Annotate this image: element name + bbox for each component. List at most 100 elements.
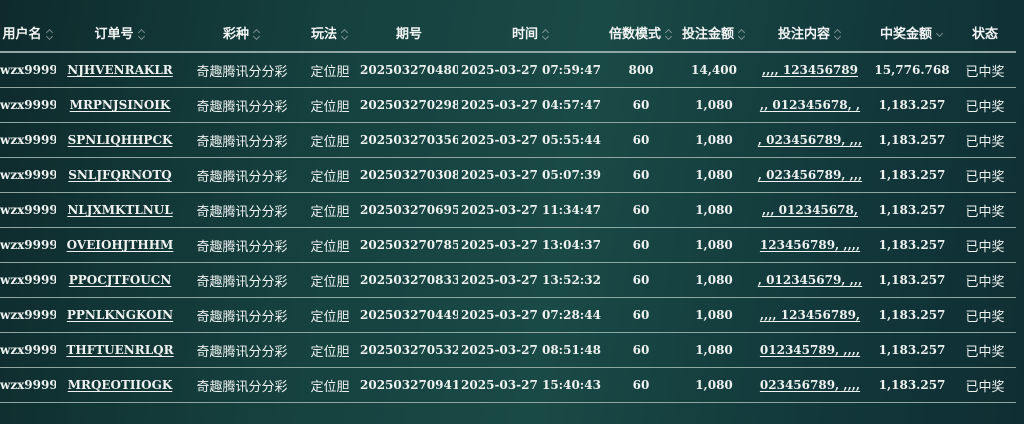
- order-number-cell[interactable]: PPNLKNGKOIN: [56, 297, 184, 333]
- column-header-order-number[interactable]: 订单号: [56, 14, 184, 53]
- bet-content-cell[interactable]: 012345789, ,,,,: [750, 332, 870, 368]
- sort-desc-icon[interactable]: [937, 29, 944, 41]
- column-header-label: 订单号: [94, 27, 134, 42]
- order-number-cell[interactable]: NJHVENRAKLR: [56, 52, 184, 88]
- play-method-cell: 定位胆: [300, 297, 360, 333]
- table-row: wzx9999 NJHVENRAKLR 奇趣腾讯分分彩 定位胆 202503270480…: [0, 52, 1016, 88]
- column-header-label: 彩种: [222, 27, 249, 42]
- column-header-bet-content[interactable]: 投注内容: [750, 14, 870, 53]
- win-amount-cell: 1,183.257: [870, 192, 954, 228]
- issue-number-cell: 202503270356: [360, 122, 458, 158]
- bet-content-cell[interactable]: ,,,, 123456789: [750, 52, 870, 88]
- table-row: wzx9999 SNLJFQRNOTQ 奇趣腾讯分分彩 定位胆 202503270308…: [0, 157, 1016, 193]
- username-cell: wzx9999: [0, 52, 56, 88]
- status-cell: 已中奖: [954, 122, 1016, 158]
- username-cell: wzx9999: [0, 157, 56, 193]
- bet-amount-cell: 1,080: [678, 157, 750, 193]
- bet-amount-cell: 1,080: [678, 262, 750, 298]
- lottery-type-cell: 奇趣腾讯分分彩: [184, 157, 300, 193]
- sort-toggle-icon[interactable]: [254, 29, 261, 41]
- username-cell: wzx9999: [0, 87, 56, 123]
- play-method-cell: 定位胆: [300, 332, 360, 368]
- multiplier-mode-cell: 800: [604, 52, 678, 88]
- column-header-win-amount[interactable]: 中奖金额: [870, 14, 954, 53]
- lottery-type-cell: 奇趣腾讯分分彩: [184, 297, 300, 333]
- table-header: 用户名 订单号 彩种 玩法 期号 时间 倍数模式 投注金额 投注内容 中奖金额 状态: [0, 14, 1016, 53]
- table-row: wzx9999 OVEIOHJTHHM 奇趣腾讯分分彩 定位胆 202503270785…: [0, 227, 1016, 263]
- bet-time-cell: 2025-03-27 13:04:37: [458, 227, 604, 263]
- bet-time-cell: 2025-03-27 15:40:43: [458, 367, 604, 403]
- order-number-cell[interactable]: THFTUENRLQR: [56, 332, 184, 368]
- status-cell: 已中奖: [954, 297, 1016, 333]
- bet-content-cell[interactable]: , 023456789, ,,,: [750, 122, 870, 158]
- order-number-cell[interactable]: OVEIOHJTHHM: [56, 227, 184, 263]
- order-number-cell[interactable]: SNLJFQRNOTQ: [56, 157, 184, 193]
- play-method-cell: 定位胆: [300, 227, 360, 263]
- table-row: wzx9999 SPNLIQHHPCK 奇趣腾讯分分彩 定位胆 202503270356…: [0, 122, 1016, 158]
- column-header-label: 倍数模式: [608, 27, 661, 42]
- column-header-status: 状态: [954, 14, 1016, 53]
- multiplier-mode-cell: 60: [604, 87, 678, 123]
- bet-content-cell[interactable]: 023456789, ,,,,: [750, 367, 870, 403]
- bet-content-cell[interactable]: , 023456789, ,,,: [750, 157, 870, 193]
- table-row: wzx9999 MRQEOTIIOGK 奇趣腾讯分分彩 定位胆 202503270941…: [0, 367, 1016, 403]
- lottery-type-cell: 奇趣腾讯分分彩: [184, 192, 300, 228]
- bet-amount-cell: 1,080: [678, 297, 750, 333]
- multiplier-mode-cell: 60: [604, 332, 678, 368]
- win-amount-cell: 15,776.768: [870, 52, 954, 88]
- bet-amount-cell: 1,080: [678, 87, 750, 123]
- bet-time-cell: 2025-03-27 07:28:44: [458, 297, 604, 333]
- order-number-cell[interactable]: SPNLIQHHPCK: [56, 122, 184, 158]
- column-header-multiplier-mode[interactable]: 倍数模式: [604, 14, 678, 53]
- win-amount-cell: 1,183.257: [870, 367, 954, 403]
- multiplier-mode-cell: 60: [604, 157, 678, 193]
- bet-time-cell: 2025-03-27 05:55:44: [458, 122, 604, 158]
- username-cell: wzx9999: [0, 192, 56, 228]
- username-cell: wzx9999: [0, 297, 56, 333]
- lottery-type-cell: 奇趣腾讯分分彩: [184, 227, 300, 263]
- bet-records-panel: 用户名 订单号 彩种 玩法 期号 时间 倍数模式 投注金额 投注内容 中奖金额 状态 wzx9999…: [0, 0, 1024, 424]
- lottery-type-cell: 奇趣腾讯分分彩: [184, 87, 300, 123]
- play-method-cell: 定位胆: [300, 262, 360, 298]
- win-amount-cell: 1,183.257: [870, 332, 954, 368]
- bet-amount-cell: 1,080: [678, 192, 750, 228]
- bet-amount-cell: 1,080: [678, 227, 750, 263]
- status-cell: 已中奖: [954, 227, 1016, 263]
- column-header-issue-number: 期号: [360, 14, 458, 53]
- bet-amount-cell: 1,080: [678, 122, 750, 158]
- column-header-lottery-type[interactable]: 彩种: [184, 14, 300, 53]
- bet-content-cell[interactable]: ,, 012345678, ,: [750, 87, 870, 123]
- sort-toggle-icon[interactable]: [342, 29, 349, 41]
- column-header-username[interactable]: 用户名: [0, 14, 56, 53]
- bet-time-cell: 2025-03-27 13:52:32: [458, 262, 604, 298]
- status-cell: 已中奖: [954, 262, 1016, 298]
- column-header-bet-amount[interactable]: 投注金额: [678, 14, 750, 53]
- bet-time-cell: 2025-03-27 08:51:48: [458, 332, 604, 368]
- order-number-cell[interactable]: MRQEOTIIOGK: [56, 367, 184, 403]
- username-cell: wzx9999: [0, 332, 56, 368]
- order-number-cell[interactable]: PPOCJTFOUCN: [56, 262, 184, 298]
- bet-content-cell[interactable]: ,,,, 123456789,: [750, 297, 870, 333]
- sort-toggle-icon[interactable]: [666, 29, 673, 41]
- sort-toggle-icon[interactable]: [835, 29, 842, 41]
- status-cell: 已中奖: [954, 157, 1016, 193]
- lottery-type-cell: 奇趣腾讯分分彩: [184, 262, 300, 298]
- play-method-cell: 定位胆: [300, 367, 360, 403]
- sort-toggle-icon[interactable]: [739, 29, 746, 41]
- sort-toggle-icon[interactable]: [543, 29, 550, 41]
- sort-toggle-icon[interactable]: [139, 29, 146, 41]
- column-header-play-method[interactable]: 玩法: [300, 14, 360, 53]
- bet-content-cell[interactable]: 123456789, ,,,,: [750, 227, 870, 263]
- bet-time-cell: 2025-03-27 11:34:47: [458, 192, 604, 228]
- bet-content-cell[interactable]: ,,, 012345678,: [750, 192, 870, 228]
- column-header-bet-time[interactable]: 时间: [458, 14, 604, 53]
- bet-content-cell[interactable]: , 012345679, ,,,: [750, 262, 870, 298]
- sort-toggle-icon[interactable]: [47, 29, 54, 41]
- multiplier-mode-cell: 60: [604, 227, 678, 263]
- order-number-cell[interactable]: NLJXMKTLNUL: [56, 192, 184, 228]
- play-method-cell: 定位胆: [300, 52, 360, 88]
- username-cell: wzx9999: [0, 262, 56, 298]
- order-number-cell[interactable]: MRPNJSINOIK: [56, 87, 184, 123]
- status-cell: 已中奖: [954, 367, 1016, 403]
- table-row: wzx9999 THFTUENRLQR 奇趣腾讯分分彩 定位胆 202503270532…: [0, 332, 1016, 368]
